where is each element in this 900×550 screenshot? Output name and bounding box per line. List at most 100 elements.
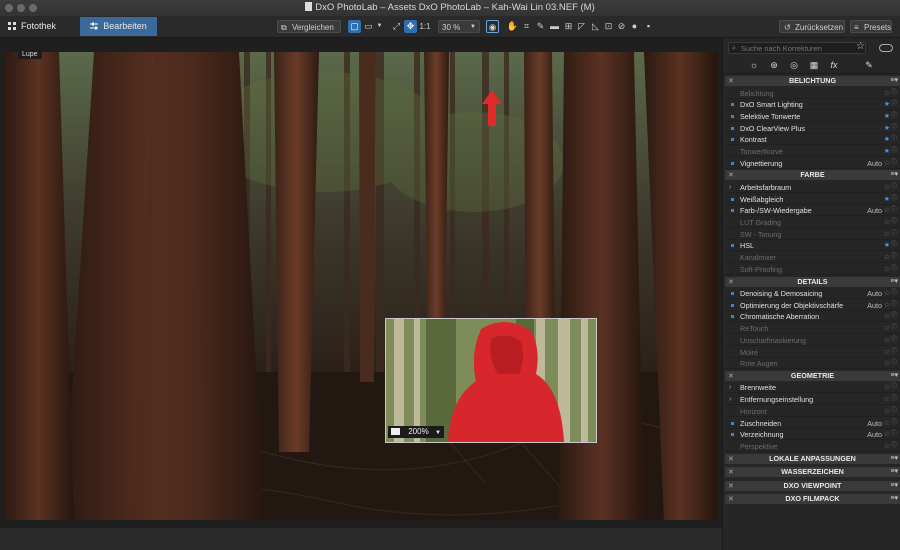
info-icon[interactable]: ⓘ: [891, 264, 897, 275]
favorite-star-icon[interactable]: ☆: [884, 335, 890, 346]
fit-screen-icon[interactable]: ⤢: [390, 20, 403, 33]
before-after-icon[interactable]: ▪: [642, 20, 655, 33]
perspective-tool-icon[interactable]: ⊞: [562, 20, 575, 33]
auto-badge[interactable]: Auto: [867, 429, 882, 440]
favorite-star-icon[interactable]: ☆: [884, 382, 890, 393]
favorite-star-icon[interactable]: ★: [884, 99, 890, 110]
favorite-star-icon[interactable]: ★: [884, 111, 890, 122]
active-indicator[interactable]: [731, 126, 734, 130]
tab-edit[interactable]: Bearbeiten: [80, 17, 157, 36]
section-menu-icon[interactable]: ≡▾: [890, 467, 898, 477]
chevron-right-icon[interactable]: ›: [729, 182, 731, 193]
search-box[interactable]: ⌕: [728, 42, 866, 54]
section-menu-icon[interactable]: ≡▾: [890, 76, 898, 86]
info-icon[interactable]: ⓘ: [891, 311, 897, 322]
info-icon[interactable]: ⓘ: [891, 134, 897, 145]
close-section-icon[interactable]: ✕: [728, 277, 734, 287]
correction-row[interactable]: › Entfernungseinstellung ☆ ⓘ: [725, 394, 900, 406]
info-icon[interactable]: ⓘ: [891, 194, 897, 205]
favorite-star-icon[interactable]: ☆: [884, 264, 890, 275]
eyedropper-icon[interactable]: ✎: [534, 20, 547, 33]
correction-row[interactable]: Horizont ☆ ⓘ: [725, 406, 900, 417]
horizon-tool-icon[interactable]: ▬: [548, 20, 561, 33]
tab-library[interactable]: Fotothek: [8, 17, 70, 36]
info-icon[interactable]: ⓘ: [891, 441, 897, 452]
move-icon[interactable]: ✥: [404, 20, 417, 33]
geometry-palette-icon[interactable]: ▦: [808, 60, 820, 71]
favorite-star-icon[interactable]: ☆: [884, 323, 890, 334]
correction-row[interactable]: Kontrast ★ ⓘ: [725, 134, 900, 146]
correction-row[interactable]: DxO ClearView Plus ★ ⓘ: [725, 123, 900, 134]
zoom-select[interactable]: 30 % ▼: [438, 20, 480, 33]
section-header[interactable]: ✕ DXO FILMPACK ≡▾: [725, 494, 900, 505]
color-palette-icon[interactable]: ⊛: [768, 60, 780, 71]
favorite-star-icon[interactable]: ☆: [884, 347, 890, 358]
active-indicator[interactable]: [731, 103, 734, 107]
search-input[interactable]: [741, 44, 861, 53]
zoom-1to1-button[interactable]: 1:1: [418, 20, 432, 33]
link-icon[interactable]: ⊘: [615, 20, 628, 33]
chevron-down-icon[interactable]: ▼: [435, 430, 441, 436]
correction-row[interactable]: Soft-Proofing ☆ ⓘ: [725, 264, 900, 275]
loupe-tool-icon[interactable]: ◉: [486, 20, 499, 33]
info-icon[interactable]: ⓘ: [891, 111, 897, 122]
correction-row[interactable]: Chromatische Aberration ☆ ⓘ: [725, 311, 900, 323]
correction-row[interactable]: Optimierung der Objektivschärfe Auto ☆ ⓘ: [725, 300, 900, 311]
effects-palette-icon[interactable]: fx: [828, 60, 840, 71]
section-header[interactable]: ✕ DETAILS ≡▾: [725, 276, 900, 287]
active-indicator[interactable]: [731, 197, 734, 201]
section-header[interactable]: ✕ GEOMETRIE ≡▾: [725, 370, 900, 381]
auto-badge[interactable]: Auto: [867, 300, 882, 311]
correction-row[interactable]: Vignettierung Auto ☆ ⓘ: [725, 158, 900, 169]
favorite-star-icon[interactable]: ☆: [884, 205, 890, 216]
favorite-star-icon[interactable]: ☆: [884, 182, 890, 193]
active-indicator[interactable]: [731, 161, 734, 165]
correction-row[interactable]: Rote Augen ☆ ⓘ: [725, 358, 900, 370]
active-indicator[interactable]: [731, 315, 734, 319]
chevron-down-icon[interactable]: ▼: [373, 20, 386, 33]
info-icon[interactable]: ⓘ: [891, 382, 897, 393]
correction-row[interactable]: Moiré ☆ ⓘ: [725, 347, 900, 358]
minimize-window-button[interactable]: [17, 4, 25, 12]
favorite-star-icon[interactable]: ☆: [884, 429, 890, 440]
correction-row[interactable]: SW - Tonung ☆ ⓘ: [725, 229, 900, 240]
hand-tool-icon[interactable]: ✋: [506, 20, 519, 33]
forest-photo[interactable]: [4, 52, 717, 520]
local-adjustments-icon[interactable]: ⊡: [602, 20, 615, 33]
correction-row[interactable]: Tonwertkurve ★ ⓘ: [725, 146, 900, 157]
favorite-star-icon[interactable]: ★: [884, 240, 890, 251]
active-indicator[interactable]: [731, 421, 734, 425]
correction-row[interactable]: Weißabgleich ★ ⓘ: [725, 194, 900, 205]
chevron-right-icon[interactable]: ›: [729, 394, 731, 405]
correction-row[interactable]: Zuschneiden Auto ☆ ⓘ: [725, 418, 900, 429]
close-section-icon[interactable]: ✕: [728, 454, 734, 464]
correction-row[interactable]: Denoising & Demosaicing Auto ☆ ⓘ: [725, 288, 900, 299]
section-menu-icon[interactable]: ≡▾: [890, 494, 898, 504]
info-icon[interactable]: ⓘ: [891, 240, 897, 251]
favorite-star-icon[interactable]: ☆: [884, 300, 890, 311]
zoom-window-button[interactable]: [29, 4, 37, 12]
auto-badge[interactable]: Auto: [867, 158, 882, 169]
close-section-icon[interactable]: ✕: [728, 481, 734, 491]
correction-row[interactable]: › Arbeitsfarbraum ☆ ⓘ: [725, 182, 900, 193]
info-icon[interactable]: ⓘ: [891, 429, 897, 440]
active-indicator[interactable]: [731, 292, 734, 295]
light-palette-icon[interactable]: ☼: [748, 60, 760, 71]
loupe-settings-icon[interactable]: [391, 428, 400, 435]
info-icon[interactable]: ⓘ: [891, 252, 897, 263]
close-section-icon[interactable]: ✕: [728, 170, 734, 180]
favorite-star-icon[interactable]: ☆: [884, 441, 890, 452]
correction-row[interactable]: LUT Grading ☆ ⓘ: [725, 217, 900, 228]
close-section-icon[interactable]: ✕: [728, 76, 734, 86]
info-icon[interactable]: ⓘ: [891, 182, 897, 193]
active-indicator[interactable]: [731, 114, 734, 118]
info-icon[interactable]: ⓘ: [891, 394, 897, 405]
favorite-star-icon[interactable]: ☆: [884, 288, 890, 299]
correction-row[interactable]: Selektive Tonwerte ★ ⓘ: [725, 111, 900, 122]
repair-tool-icon[interactable]: ◺: [589, 20, 602, 33]
info-icon[interactable]: ⓘ: [891, 288, 897, 299]
info-icon[interactable]: ⓘ: [891, 205, 897, 216]
correction-row[interactable]: Kanalmixer ☆ ⓘ: [725, 252, 900, 264]
loupe-window[interactable]: [385, 318, 597, 443]
favorite-star-icon[interactable]: ★: [884, 123, 890, 134]
